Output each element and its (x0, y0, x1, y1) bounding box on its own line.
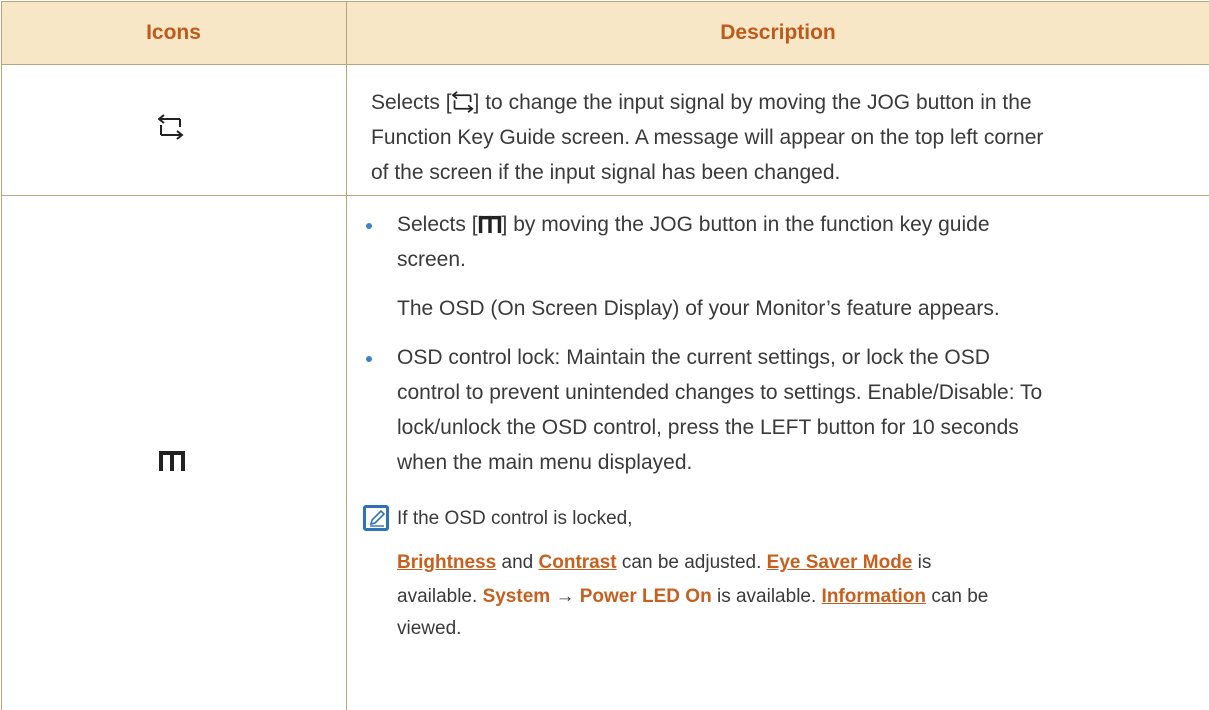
row2-b1-line1: Selects [ ] by moving the JOG button in … (397, 211, 990, 239)
row2-b2-line3: lock/unlock the OSD control, press the L… (397, 416, 1019, 439)
header-description: Description (720, 21, 836, 44)
system-keyword: System (482, 586, 551, 607)
row2-b1-pre: Selects [ (397, 213, 478, 236)
row2-b1-post: ] by moving the JOG button in the functi… (501, 213, 990, 236)
bullet (366, 223, 372, 229)
note-and: and (496, 552, 539, 573)
arrow-icon: → (555, 586, 575, 607)
row2-b2-line1: OSD control lock: Maintain the current s… (397, 346, 990, 369)
row1-line1: Selects [ ] to change the input signal b… (371, 89, 1032, 117)
row2-b1-line2: screen. (397, 248, 466, 271)
note-available1: available. (397, 586, 483, 607)
menu-icon (478, 212, 502, 239)
source-icon (157, 113, 184, 146)
header-icons: Icons (146, 21, 201, 44)
table-border-left (1, 1, 2, 710)
table-header: Icons Description (1, 1, 1209, 65)
row1-line3: of the screen if the input signal has be… (371, 161, 841, 184)
bullet (366, 356, 372, 362)
note-line4: viewed. (397, 618, 462, 639)
menu-icon (158, 450, 186, 477)
row1-line1-pre: Selects [ (371, 91, 452, 114)
row-divider (1, 195, 1209, 196)
row1-line1-post: ] to change the input signal by moving t… (473, 91, 1032, 114)
source-icon (451, 90, 474, 117)
brightness-link[interactable]: Brightness (397, 552, 496, 573)
row2-b2-line4: when the main menu displayed. (397, 451, 693, 474)
power-led-on-keyword: Power LED On (579, 586, 712, 607)
information-link[interactable]: Information (822, 586, 927, 607)
eye-saver-mode-link[interactable]: Eye Saver Mode (767, 552, 913, 573)
column-divider (346, 1, 347, 710)
row2-b1-sub: The OSD (On Screen Display) of your Moni… (397, 297, 1000, 320)
note-line2: Brightness and Contrast can be adjusted.… (397, 549, 931, 576)
note-line3: available. System → Power LED On is avai… (397, 583, 988, 610)
note-is: is (912, 552, 932, 573)
note-canbe: can be (926, 586, 989, 607)
note-available2: is available. (711, 586, 822, 607)
note-adjusted: can be adjusted. (616, 552, 767, 573)
row1-line2: Function Key Guide screen. A message wil… (371, 126, 1044, 149)
contrast-link[interactable]: Contrast (539, 552, 617, 573)
note-pencil-icon (363, 505, 389, 536)
row2-b2-line2: control to prevent unintended changes to… (397, 381, 1043, 404)
note-line1: If the OSD control is locked, (397, 508, 633, 529)
